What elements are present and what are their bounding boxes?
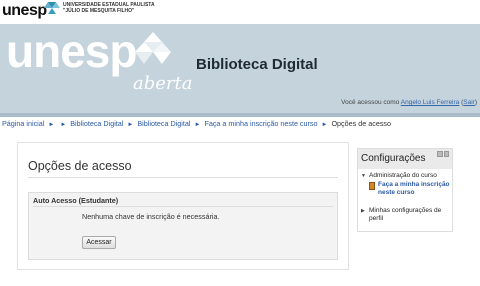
expanded-arrow-icon[interactable]: ▼: [361, 173, 366, 179]
settings-block: Configurações ▼ Administração do curso F…: [357, 148, 453, 232]
block-controls: [437, 151, 449, 157]
collapsed-arrow-icon[interactable]: ▶: [361, 208, 365, 214]
hide-block-icon[interactable]: [437, 151, 443, 157]
dock-block-icon[interactable]: [443, 151, 449, 157]
breadcrumb-separator-icon: ►: [321, 122, 328, 128]
page-title: Opções de acesso: [28, 159, 132, 173]
panel-title: Auto Acesso (Estudante): [33, 196, 119, 205]
breadcrumb-separator-icon: ►: [127, 122, 134, 128]
banner-divider: [0, 113, 480, 117]
breadcrumb: Página inicial ► ► Biblioteca Digital ► …: [2, 119, 391, 128]
user-profile-link[interactable]: Angelo Luis Ferreira: [401, 99, 460, 106]
star-logo-icon: [44, 2, 60, 14]
profile-settings-node[interactable]: Minhas configurações de perfil: [369, 207, 451, 223]
breadcrumb-course[interactable]: Biblioteca Digital: [137, 119, 190, 128]
breadcrumb-enrol[interactable]: Faça a minha inscrição neste curso: [204, 119, 317, 128]
university-name: UNIVERSIDADE ESTADUAL PAULISTA "JÚLIO DE…: [63, 2, 155, 14]
enrol-icon: [369, 182, 375, 190]
aberta-logo-text: aberta: [133, 73, 193, 94]
breadcrumb-current: Opções de acesso: [331, 119, 392, 128]
breadcrumb-category[interactable]: Biblioteca Digital: [70, 119, 123, 128]
breadcrumb-separator-icon: ►: [60, 122, 67, 128]
course-admin-node[interactable]: Administração do curso: [369, 172, 437, 180]
access-button[interactable]: Acessar: [82, 236, 116, 249]
enrol-link[interactable]: Faça a minha inscrição neste curso: [378, 181, 452, 197]
settings-block-header: Configurações: [358, 149, 452, 169]
breadcrumb-home[interactable]: Página inicial: [2, 119, 44, 128]
logout-link[interactable]: Sair: [463, 99, 475, 106]
main-content: Opções de acesso Auto Acesso (Estudante)…: [17, 142, 349, 270]
breadcrumb-separator-icon: ►: [48, 122, 55, 128]
login-info: Você acessou como Angelo Luis Ferreira (…: [341, 99, 477, 106]
settings-block-title: Configurações: [361, 153, 426, 164]
self-enrolment-panel: Auto Acesso (Estudante) Nenhuma chave de…: [28, 192, 338, 260]
enrolment-key-message: Nenhuma chave de inscrição é necessária.: [82, 212, 220, 221]
heading-divider: [28, 177, 338, 178]
top-logo-strip: unesp UNIVERSIDADE ESTADUAL PAULISTA "JÚ…: [0, 0, 480, 26]
panel-divider: [33, 206, 333, 207]
site-title: Biblioteca Digital: [196, 56, 318, 73]
unesp-logo-small[interactable]: unesp: [2, 2, 47, 20]
breadcrumb-separator-icon: ►: [194, 122, 201, 128]
star-logo-icon: [135, 32, 171, 64]
unesp-aberta-logo[interactable]: unesp: [6, 26, 137, 76]
